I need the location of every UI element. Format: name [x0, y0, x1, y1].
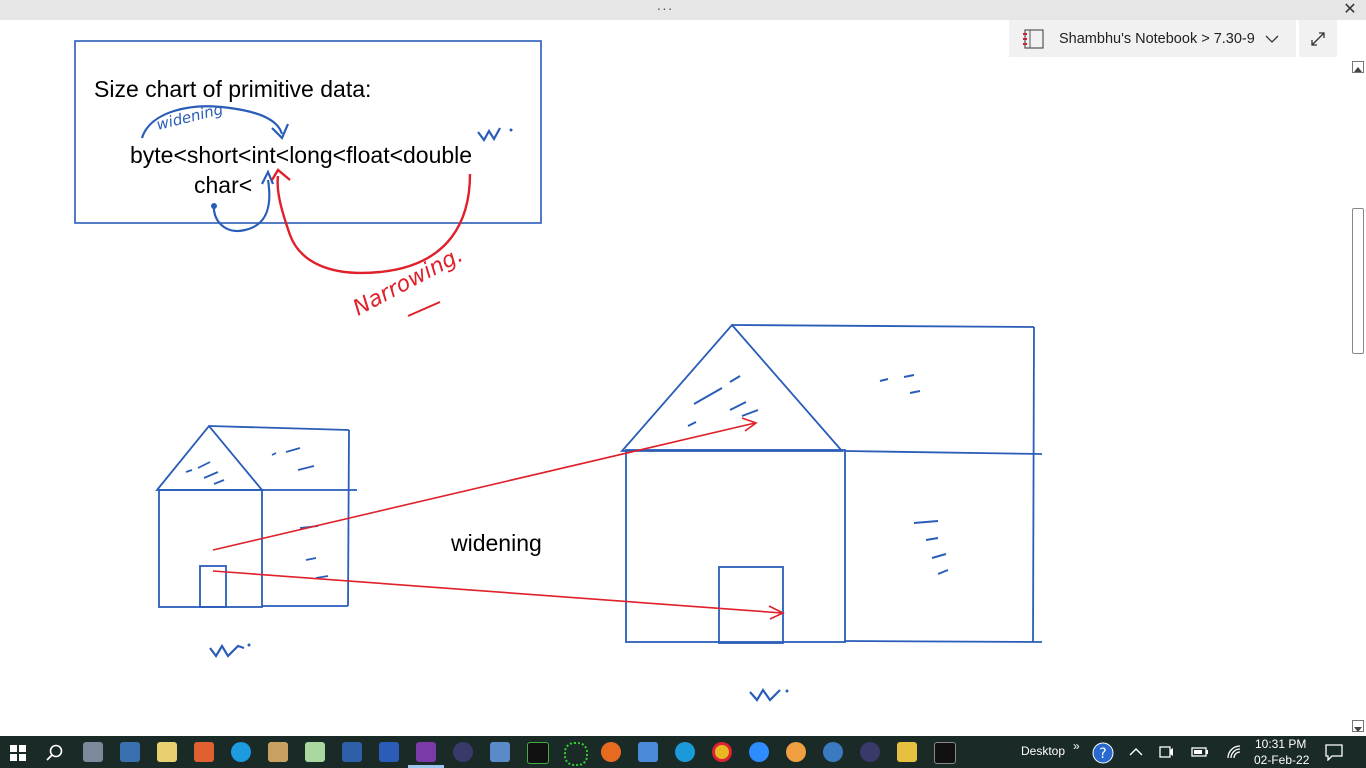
paint-icon[interactable] — [194, 742, 214, 762]
desktop-label[interactable]: Desktop — [1021, 744, 1065, 758]
photos-icon[interactable] — [490, 742, 510, 762]
big-house — [620, 323, 1043, 644]
narrowing-handwritten: Narrowing. — [349, 243, 467, 322]
tick-mark — [477, 127, 501, 143]
chrome-icon[interactable] — [712, 742, 732, 762]
scroll-thumb[interactable] — [1352, 208, 1364, 354]
chevron-up-icon[interactable] — [1129, 746, 1143, 758]
sync-icon[interactable] — [564, 742, 588, 766]
notepad-plus-icon[interactable] — [305, 742, 325, 762]
wordpad-icon[interactable] — [268, 742, 288, 762]
widening-handwritten: widening — [155, 100, 225, 134]
word-icon[interactable] — [379, 742, 399, 762]
skype-icon[interactable] — [231, 742, 251, 762]
keyboard-icon[interactable] — [120, 742, 140, 762]
menu-dots-icon[interactable]: ··· — [650, 0, 680, 18]
snowflake-icon[interactable] — [823, 742, 843, 762]
tick-mark-small — [209, 643, 245, 658]
eclipse2-icon[interactable] — [860, 742, 880, 762]
file-explorer-icon[interactable] — [897, 742, 917, 762]
clock-date[interactable]: 02-Feb-22 — [1254, 753, 1309, 767]
cmd-icon[interactable] — [934, 742, 956, 764]
scroll-up-button[interactable] — [1352, 61, 1364, 73]
pycharm-icon[interactable] — [527, 742, 549, 764]
ink-layer: widening Narrowing. — [74, 40, 1043, 702]
taskbar: Desktop » ? 10:31 PM 02-Feb-22 — [0, 736, 1366, 768]
store-icon[interactable] — [342, 742, 362, 762]
meet-icon[interactable] — [1158, 744, 1174, 760]
eclipse-icon[interactable] — [453, 742, 473, 762]
vertical-scrollbar[interactable] — [1350, 58, 1366, 736]
onenote-icon[interactable] — [416, 742, 436, 762]
wifi-icon[interactable] — [1226, 744, 1242, 760]
close-button[interactable]: ✕ — [1340, 0, 1360, 20]
start-icon[interactable] — [10, 745, 26, 761]
overflow-icon[interactable]: » — [1073, 739, 1080, 753]
svg-text:?: ? — [1099, 746, 1106, 762]
notepad-icon[interactable] — [157, 742, 177, 762]
title-bar: ··· ✕ — [0, 0, 1366, 20]
tick-mark-large — [749, 687, 781, 702]
zoom-icon[interactable] — [749, 742, 769, 762]
battery-icon[interactable] — [1190, 745, 1210, 759]
remote-desktop-icon[interactable] — [638, 742, 658, 762]
settings-icon[interactable] — [786, 742, 806, 762]
notification-icon[interactable] — [1325, 744, 1343, 761]
edge-icon[interactable] — [675, 742, 695, 762]
clock-time[interactable]: 10:31 PM — [1255, 737, 1306, 751]
note-canvas[interactable]: Size chart of primitive data: byte<short… — [0, 20, 1350, 736]
help-icon[interactable]: ? — [1092, 742, 1114, 764]
scroll-down-button[interactable] — [1352, 720, 1364, 732]
search-icon[interactable] — [46, 744, 64, 762]
calculator-icon[interactable] — [83, 742, 103, 762]
firefox-icon[interactable] — [601, 742, 621, 762]
